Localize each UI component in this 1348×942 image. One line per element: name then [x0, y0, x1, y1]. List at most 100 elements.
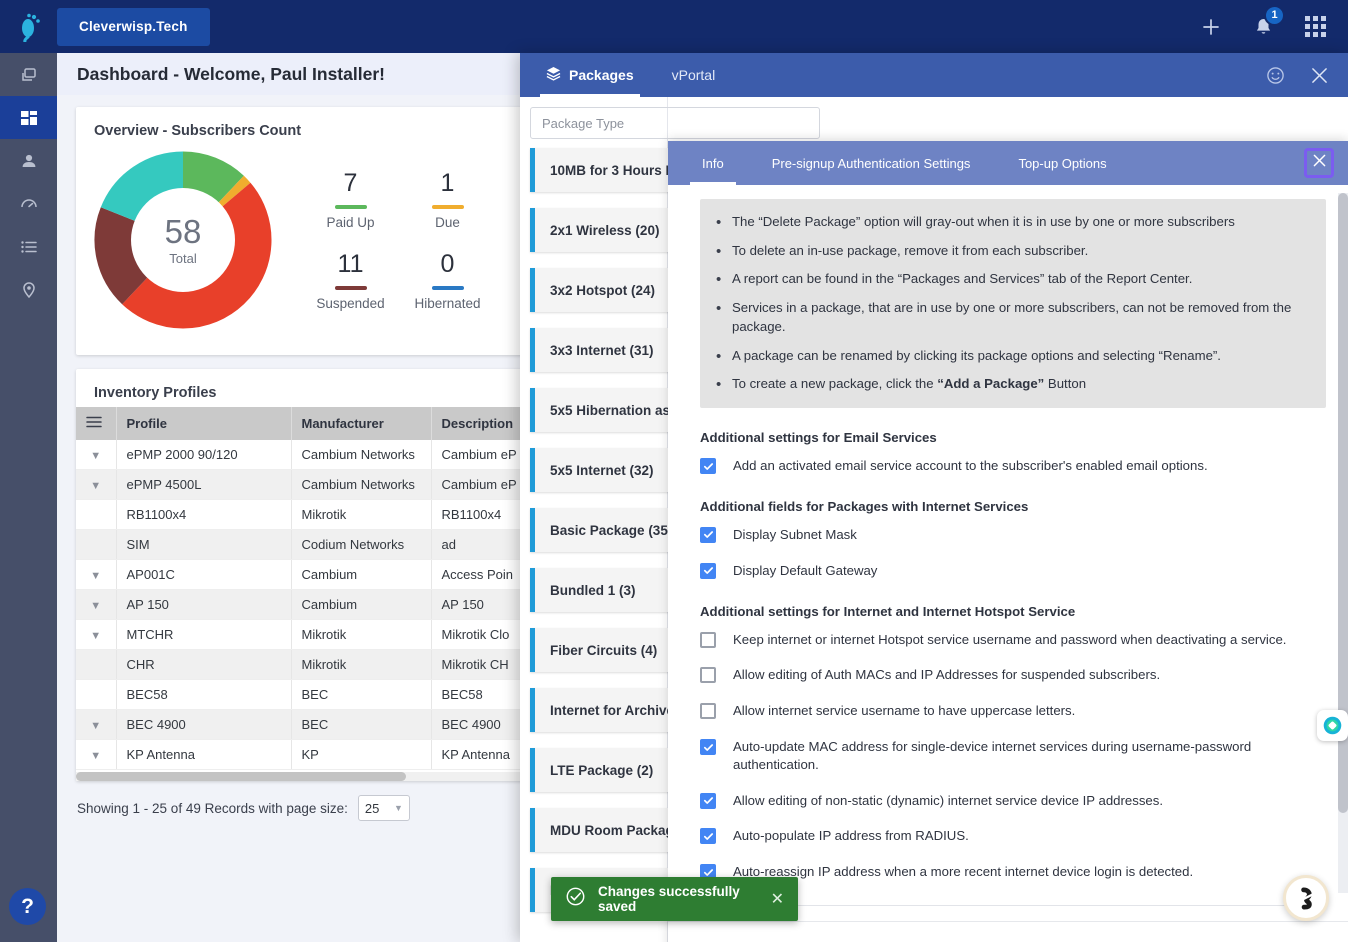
stat-color-bar: [431, 205, 464, 209]
settings-section: Additional settings for Internet and Int…: [700, 604, 1326, 882]
table-menu-icon[interactable]: [76, 407, 117, 440]
tab-presignup-label: Pre-signup Authentication Settings: [771, 155, 971, 171]
table-row[interactable]: ▼ BEC 4900 BEC BEC 4900: [76, 709, 527, 740]
stat-label: Paid Up: [326, 215, 375, 230]
option-row[interactable]: Auto-update MAC address for single-devic…: [700, 738, 1326, 774]
chat-widget-icon[interactable]: [1317, 710, 1348, 741]
checkbox[interactable]: [700, 526, 716, 543]
smiley-icon[interactable]: [1266, 66, 1285, 85]
cell-manufacturer: Cambium: [291, 559, 432, 590]
table-row[interactable]: ▼ ePMP 4500L Cambium Networks Cambium eP: [76, 469, 527, 500]
option-row[interactable]: Add an activated email service account t…: [700, 457, 1326, 475]
option-row[interactable]: Display Subnet Mask: [700, 526, 1326, 544]
sidebar-item-copy-stack[interactable]: [0, 53, 57, 96]
tab-info[interactable]: Info: [690, 141, 736, 185]
cell-description: RB1100x4: [431, 499, 527, 530]
checkbox[interactable]: [700, 667, 716, 684]
overview-card-title: Overview - Subscribers Count: [94, 123, 302, 139]
table-row[interactable]: ▼ AP001C Cambium Access Poin: [76, 559, 527, 590]
cell-description: Mikrotik CH: [431, 649, 527, 680]
column-header[interactable]: Profile: [116, 407, 292, 440]
cell-profile: MTCHR: [116, 619, 292, 650]
notice-bold-text: “Add a Package”: [937, 376, 1045, 392]
cell-manufacturer: Mikrotik: [291, 619, 432, 650]
footprint-logo-icon[interactable]: [0, 0, 57, 53]
info-notice-box: The “Delete Package” option will gray-ou…: [700, 199, 1326, 409]
sidebar-item-list[interactable]: [0, 225, 57, 268]
sidebar-item-map[interactable]: [0, 268, 57, 311]
option-label: Auto-reassign IP address when a more rec…: [733, 864, 1194, 880]
option-row[interactable]: Keep internet or internet Hotspot servic…: [700, 631, 1326, 649]
sidebar-item-speedometer[interactable]: [0, 182, 57, 225]
page-size-select[interactable]: 25 ▼: [357, 795, 410, 821]
table-row[interactable]: RB1100x4 Mikrotik RB1100x4: [76, 499, 527, 530]
row-expand-chevron-down-icon[interactable]: ▼: [76, 709, 117, 740]
checkbox[interactable]: [700, 828, 716, 845]
option-row[interactable]: Allow internet service username to have …: [700, 702, 1326, 720]
row-expand-chevron-down-icon[interactable]: ▼: [76, 589, 117, 620]
row-expand-chevron-down-icon[interactable]: ▼: [76, 559, 117, 590]
package-name: 5x5 Hibernation as a: [550, 402, 682, 418]
stat-value: 0: [440, 250, 455, 278]
section-title: Additional settings for Email Services: [700, 430, 937, 446]
table-horizontal-scrollbar[interactable]: [76, 772, 527, 781]
sidebar-item-users[interactable]: [0, 139, 57, 182]
plus-icon[interactable]: [1198, 14, 1224, 40]
checkbox[interactable]: [700, 739, 716, 756]
donut-segment-paid-up: [182, 151, 244, 204]
notice-bullet: Services in a package, that are in use b…: [710, 298, 1308, 336]
stat-card: 1 Due: [399, 169, 496, 230]
cell-manufacturer: Codium Networks: [291, 529, 432, 560]
option-row[interactable]: Auto-populate IP address from RADIUS.: [700, 827, 1326, 845]
checkbox[interactable]: [700, 458, 716, 475]
checkbox[interactable]: [700, 562, 716, 579]
map-pin-icon: [19, 280, 39, 300]
row-expand-chevron-down-icon[interactable]: ▼: [76, 469, 117, 500]
check-circle-icon: [565, 886, 586, 912]
tab-packages-label: Packages: [569, 67, 634, 83]
sidebar-item-dashboard[interactable]: [0, 96, 57, 139]
tab-topup-options[interactable]: Top-up Options: [1006, 141, 1118, 185]
tenant-tab[interactable]: Cleverwisp.Tech: [57, 7, 210, 46]
close-icon[interactable]: ✕: [771, 889, 784, 909]
help-button[interactable]: ?: [9, 888, 46, 925]
checkbox[interactable]: [700, 792, 716, 809]
tab-presignup-auth[interactable]: Pre-signup Authentication Settings: [760, 141, 983, 185]
notice-bullet: A report can be found in the “Packages a…: [710, 269, 1308, 290]
row-expand-chevron-down-icon[interactable]: ▼: [76, 739, 117, 770]
table-row[interactable]: ▼ AP 150 Cambium AP 150: [76, 589, 527, 620]
row-expand-chevron-down-icon[interactable]: ▼: [76, 619, 117, 650]
table-row[interactable]: BEC58 BEC BEC58: [76, 679, 527, 710]
row-expand-chevron-down-icon[interactable]: ▼: [76, 440, 117, 470]
checkbox[interactable]: [700, 703, 716, 720]
dialog-close-button[interactable]: [1304, 148, 1334, 178]
section-title: Additional fields for Packages with Inte…: [700, 498, 1029, 514]
speedometer-icon: [19, 194, 39, 214]
pagination-text: Showing 1 - 25 of 49 Records with page s…: [77, 800, 348, 816]
tab-vportal[interactable]: vPortal: [666, 53, 722, 97]
page-title: Dashboard - Welcome, Paul Installer!: [57, 53, 527, 95]
dashboard-icon: [19, 108, 39, 128]
grid-apps-icon[interactable]: [1302, 14, 1328, 40]
assistant-icon[interactable]: [1283, 875, 1329, 921]
column-header[interactable]: Manufacturer: [291, 407, 432, 440]
table-row[interactable]: ▼ KP Antenna KP KP Antenna: [76, 739, 527, 770]
table-row[interactable]: ▼ ePMP 2000 90/120 Cambium Networks Cambium…: [76, 440, 527, 470]
table-row[interactable]: SIM Codium Networks ad: [76, 529, 527, 560]
close-icon[interactable]: [1311, 67, 1328, 84]
cell-profile: BEC 4900: [116, 709, 292, 740]
package-type-filter-input[interactable]: Package Type: [530, 107, 820, 139]
table-row[interactable]: ▼ MTCHR Mikrotik Mikrotik Clo: [76, 619, 527, 650]
bell-icon[interactable]: 1: [1250, 4, 1285, 40]
table-row[interactable]: CHR Mikrotik Mikrotik CH: [76, 649, 527, 680]
option-row[interactable]: Allow editing of Auth MACs and IP Addres…: [700, 666, 1326, 684]
settings-section: Additional fields for Packages with Inte…: [700, 499, 1326, 580]
row-spacer: [76, 529, 117, 560]
option-row[interactable]: Display Default Gateway: [700, 562, 1326, 580]
option-row[interactable]: Allow editing of non-static (dynamic) in…: [700, 792, 1326, 810]
notice-bullet: The “Delete Package” option will gray-ou…: [710, 212, 1308, 233]
column-header[interactable]: Description: [431, 407, 527, 440]
checkbox[interactable]: [700, 631, 716, 648]
tab-packages[interactable]: Packages: [540, 53, 640, 97]
modal-vertical-scrollbar[interactable]: [1338, 193, 1348, 893]
